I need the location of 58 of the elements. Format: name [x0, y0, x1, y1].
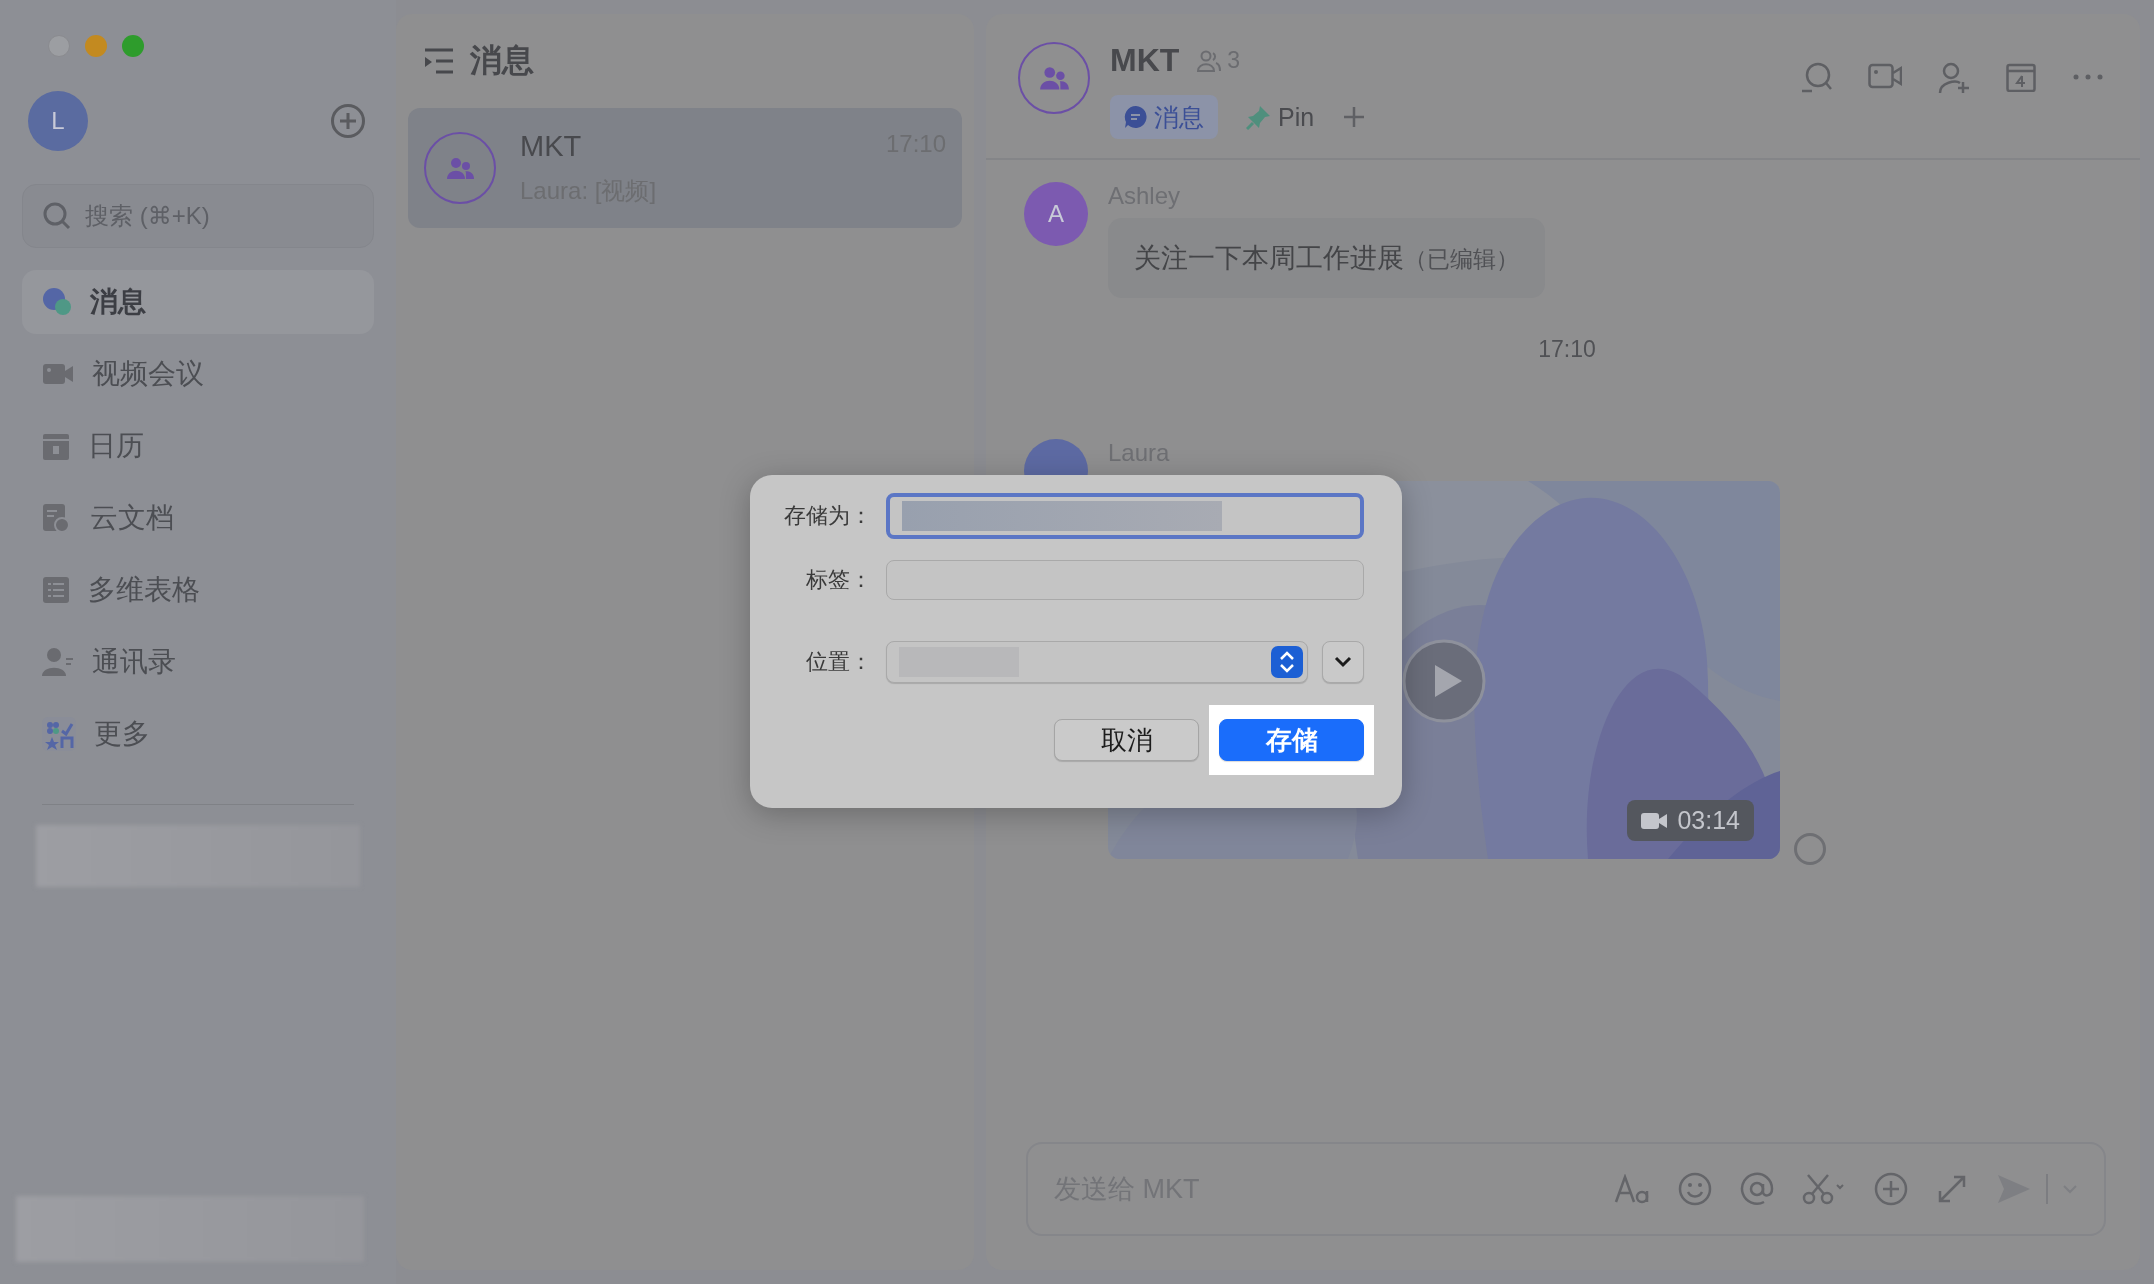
- zoom-button[interactable]: [122, 35, 144, 57]
- edited-label: （已编辑）: [1404, 246, 1519, 272]
- search-icon: [43, 202, 71, 230]
- add-tab-icon[interactable]: [1342, 105, 1367, 129]
- video-camera-icon: [42, 361, 74, 387]
- duration-badge: 03:14: [1627, 800, 1754, 841]
- add-icon[interactable]: [1874, 1172, 1908, 1206]
- cancel-button[interactable]: 取消: [1054, 719, 1199, 761]
- select-radio[interactable]: [1794, 833, 1826, 865]
- video-camera-icon: [1641, 810, 1668, 831]
- expand-button[interactable]: [1322, 641, 1364, 683]
- nav-item[interactable]: 日历: [22, 414, 374, 478]
- input-field[interactable]: [886, 560, 1364, 600]
- input-field[interactable]: [886, 493, 1364, 539]
- nav-item[interactable]: 消息: [22, 270, 374, 334]
- text-format-icon[interactable]: [1614, 1174, 1650, 1204]
- message-text: 关注一下本周工作进展: [1134, 243, 1404, 273]
- stepper-icon: [1278, 649, 1296, 675]
- table-icon: [42, 576, 70, 604]
- pin-icon: [1246, 104, 1272, 130]
- nav-item[interactable]: 通讯录: [22, 630, 374, 694]
- chat-bubble-icon: [1124, 105, 1148, 129]
- field-label: 标签：: [805, 566, 873, 594]
- play-icon[interactable]: [1402, 639, 1486, 723]
- user-avatar[interactable]: A: [1024, 182, 1088, 246]
- nav-item[interactable]: 多维表格: [22, 558, 374, 622]
- save-button[interactable]: 存储: [1219, 719, 1364, 761]
- collapse-icon[interactable]: [424, 48, 454, 74]
- field-label: 存储为：: [783, 502, 873, 530]
- field-label: 位置：: [805, 648, 873, 676]
- chat-title: MKT: [1110, 42, 1180, 79]
- search-icon[interactable]: [1800, 62, 1832, 94]
- scissors-icon[interactable]: [1802, 1173, 1846, 1205]
- emoji-icon[interactable]: [1678, 1172, 1712, 1206]
- nav-item[interactable]: 更多: [22, 702, 374, 766]
- minimize-button[interactable]: [85, 35, 107, 57]
- chevron-down-icon: [1334, 656, 1352, 668]
- chat-name: MKT: [520, 129, 582, 163]
- panel-title: 消息: [470, 41, 534, 80]
- chat-icon: [42, 287, 72, 317]
- person-icon: [42, 647, 74, 677]
- tab[interactable]: Pin: [1232, 95, 1329, 139]
- add-icon[interactable]: [330, 103, 366, 139]
- nav-item[interactable]: 视频会议: [22, 342, 374, 406]
- add-person-icon[interactable]: [1938, 62, 1970, 94]
- nav-item[interactable]: 云文档: [22, 486, 374, 550]
- timestamp: 17:10: [1538, 336, 1596, 363]
- location-popup[interactable]: [886, 641, 1308, 683]
- calendar-icon[interactable]: [2006, 62, 2036, 92]
- tab[interactable]: 消息: [1110, 95, 1218, 139]
- mention-icon[interactable]: [1740, 1172, 1774, 1206]
- expand-icon[interactable]: [1936, 1173, 1968, 1205]
- video-camera-icon[interactable]: [1868, 62, 1902, 90]
- group-icon: [445, 156, 475, 180]
- calendar-icon: [42, 431, 70, 461]
- user-avatar[interactable]: L: [28, 91, 88, 151]
- members-icon: [1197, 49, 1222, 72]
- group-icon: [1038, 65, 1070, 91]
